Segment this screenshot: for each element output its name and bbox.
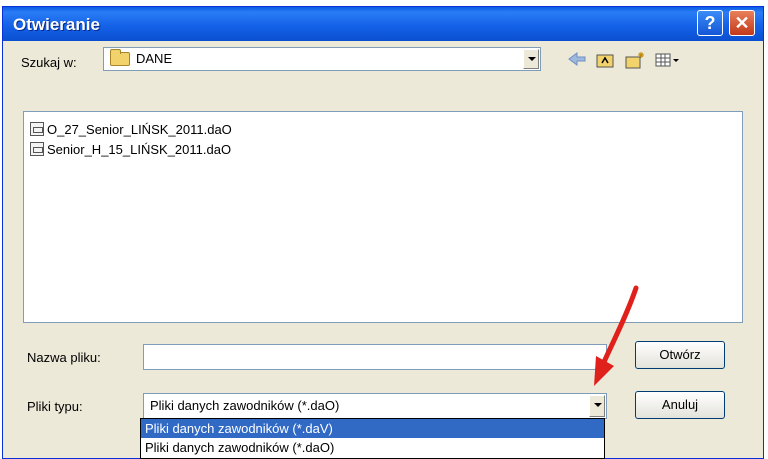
list-item[interactable]: Senior_H_15_LIŃSK_2011.daO	[30, 140, 231, 160]
open-button[interactable]: Otwórz	[635, 341, 725, 369]
file-list[interactable]: O_27_Senior_LIŃSK_2011.daO Senior_H_15_L…	[23, 111, 743, 323]
file-type-dropdown-button[interactable]	[589, 395, 605, 417]
file-type-value: Pliki danych zawodników (*.daO)	[150, 398, 340, 413]
file-type-options[interactable]: Pliki danych zawodników (*.daV) Pliki da…	[140, 418, 605, 459]
list-item[interactable]: O_27_Senior_LIŃSK_2011.daO	[30, 120, 232, 140]
view-menu-icon[interactable]	[653, 51, 683, 73]
open-file-dialog: Otwieranie ? ✕ Szukaj w: DANE O_27_Senio…	[2, 6, 764, 459]
file-type-combo[interactable]: Pliki danych zawodników (*.daO)	[143, 393, 607, 419]
help-button[interactable]: ?	[697, 10, 723, 36]
look-in-dropdown-button[interactable]	[523, 49, 539, 69]
file-name-label: Nazwa pliku:	[27, 350, 101, 365]
title-bar[interactable]: Otwieranie ? ✕	[3, 7, 763, 41]
file-type-option[interactable]: Pliki danych zawodników (*.daO)	[141, 438, 604, 457]
file-name-input[interactable]	[143, 344, 607, 370]
look-in-combo[interactable]: DANE	[103, 47, 541, 71]
file-type-label: Pliki typu:	[27, 399, 83, 414]
window-title: Otwieranie	[13, 15, 100, 34]
file-name: O_27_Senior_LIŃSK_2011.daO	[47, 122, 232, 137]
up-folder-icon[interactable]	[593, 51, 617, 73]
close-button[interactable]: ✕	[729, 10, 755, 36]
file-type-option[interactable]: Pliki danych zawodników (*.daV)	[141, 419, 604, 438]
look-in-value: DANE	[136, 51, 173, 66]
file-icon	[30, 122, 44, 136]
folder-icon	[110, 49, 130, 66]
look-in-label: Szukaj w:	[21, 55, 77, 70]
file-icon	[30, 142, 44, 156]
cancel-button[interactable]: Anuluj	[635, 391, 725, 419]
file-name: Senior_H_15_LIŃSK_2011.daO	[47, 142, 232, 157]
back-arrow-icon[interactable]	[565, 51, 589, 73]
new-folder-icon[interactable]	[623, 51, 647, 73]
